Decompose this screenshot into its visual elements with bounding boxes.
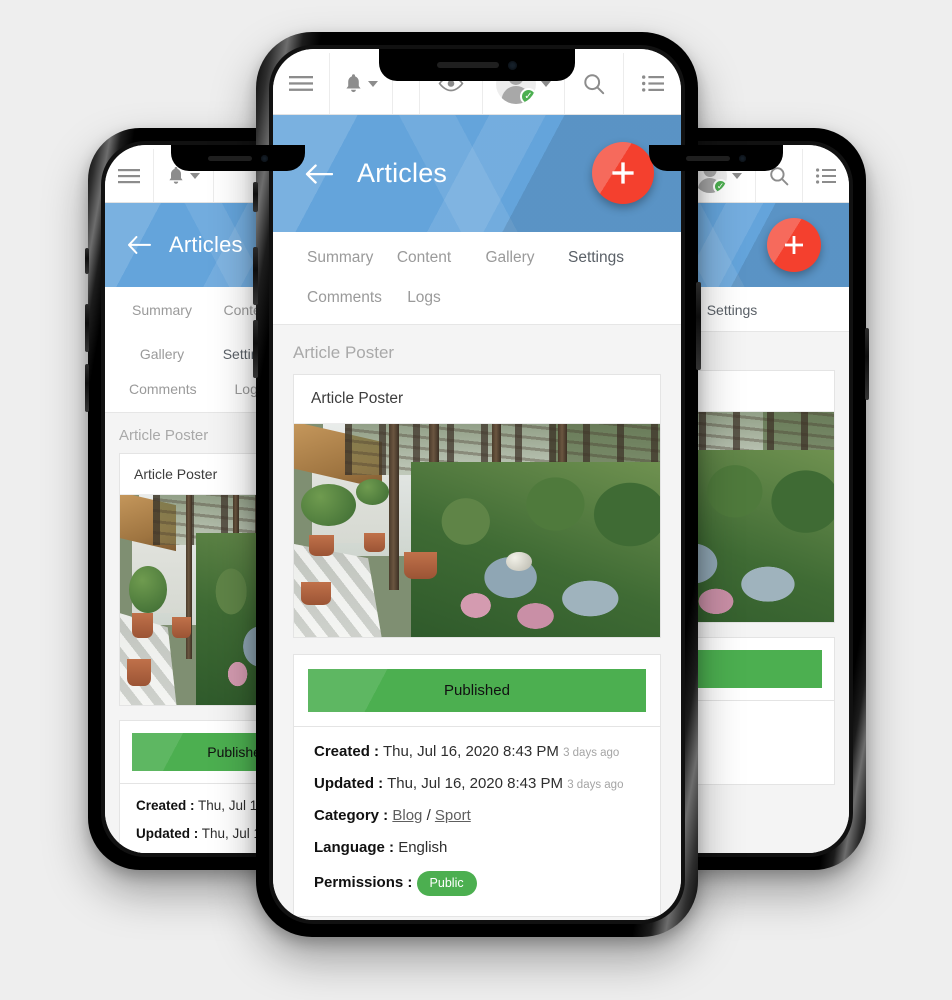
hamburger-menu-icon: [118, 168, 140, 183]
poster-card: Article Poster: [293, 374, 661, 638]
photo-foliage: [411, 462, 660, 637]
tab-comments[interactable]: Comments: [295, 281, 382, 324]
arrow-left-icon[interactable]: [305, 163, 333, 184]
tab-settings[interactable]: Settings: [553, 232, 639, 281]
add-article-fab[interactable]: [767, 218, 821, 272]
hamburger-menu-icon: [289, 76, 313, 91]
phone-center: ✓ Articles Summary Content Gallery Setti…: [253, 32, 701, 937]
tab-summary[interactable]: Summary: [295, 232, 381, 281]
photo-plant-pot: [363, 532, 386, 552]
section-label: Article Poster: [293, 343, 395, 362]
photo-shrub: [301, 483, 357, 527]
meta-row-permissions: Permissions : Public: [314, 871, 640, 896]
phone-center-volume-up-button[interactable]: [253, 247, 258, 305]
photo-pergola-post: [389, 424, 399, 591]
phone-center-notch: [379, 49, 575, 81]
speaker-grille: [208, 155, 252, 161]
phone-left-volume-down-button[interactable]: [85, 364, 89, 412]
permissions-pill: Public: [416, 871, 477, 896]
front-camera: [261, 154, 268, 162]
arrow-left-icon[interactable]: [127, 236, 151, 254]
created-label: Created :: [136, 798, 195, 813]
phone-center-volume-down-button[interactable]: [253, 320, 258, 378]
front-camera: [739, 154, 746, 162]
language-label: Language :: [314, 839, 395, 856]
tab-gallery[interactable]: Gallery: [119, 331, 205, 375]
created-value: Thu, Jul 16, 2020 8:43 PM: [382, 743, 559, 760]
page-title: Articles: [169, 232, 243, 257]
menu-button[interactable]: [105, 149, 154, 202]
list-icon: [816, 167, 836, 184]
tab-comments[interactable]: Comments: [119, 375, 207, 412]
list-view-button[interactable]: [803, 149, 849, 202]
category-link-blog[interactable]: Blog: [392, 807, 422, 824]
updated-label: Updated :: [314, 775, 384, 792]
plus-icon: [612, 162, 634, 184]
hero-banner: Articles: [273, 115, 681, 232]
updated-value: Thu, Jul 16, 2020 8:43 PM: [387, 775, 564, 792]
meta-row-language: Language : English: [314, 839, 640, 856]
tab-settings[interactable]: Settings: [689, 287, 775, 331]
phone-right-notch: [649, 145, 783, 171]
plus-icon: [785, 236, 803, 254]
photo-shrub: [129, 566, 168, 613]
list-view-button[interactable]: [624, 53, 681, 114]
photo-garden-ball: [506, 551, 532, 571]
phone-center-power-button[interactable]: [696, 282, 701, 370]
page-title: Articles: [357, 158, 448, 188]
front-camera: [508, 60, 517, 70]
photo-plant-pot: [127, 658, 151, 687]
photo-plant-pot: [131, 612, 154, 638]
phone-left-mute-button[interactable]: [85, 248, 89, 274]
tab-logs[interactable]: Logs: [381, 281, 467, 324]
add-article-fab[interactable]: [592, 142, 654, 204]
search-icon: [584, 73, 605, 94]
created-ago: 3 days ago: [563, 747, 620, 759]
updated-label: Updated :: [136, 826, 199, 841]
photo-plant-pot: [301, 581, 331, 606]
category-separator: /: [426, 807, 431, 824]
permissions-label: Permissions :: [314, 874, 413, 891]
bell-icon: [346, 73, 361, 92]
photo-shrub: [356, 479, 390, 505]
content-area: Article Poster Article Poster Published …: [273, 325, 681, 920]
verified-badge-icon: ✓: [520, 87, 536, 104]
updated-ago: 3 days ago: [567, 779, 624, 791]
photo-plant-pot: [403, 551, 437, 580]
verified-badge-icon: ✓: [713, 178, 727, 193]
chevron-down-icon: [541, 80, 551, 87]
language-value: English: [398, 839, 448, 856]
poster-card-title: Article Poster: [294, 375, 660, 424]
menu-button[interactable]: [273, 53, 330, 114]
chevron-down-icon: [732, 172, 742, 179]
list-icon: [642, 75, 664, 92]
status-card: Published: [293, 654, 661, 727]
meta-row-created: Created : Thu, Jul 16, 2020 8:43 PM 3 da…: [314, 743, 640, 760]
phone-right-power-button[interactable]: [865, 328, 869, 400]
created-label: Created :: [314, 743, 380, 760]
meta-row-updated: Updated : Thu, Jul 16, 2020 8:43 PM 3 da…: [314, 775, 640, 792]
category-label: Category :: [314, 807, 389, 824]
meta-card: Created : Thu, Jul 16, 2020 8:43 PM 3 da…: [293, 727, 661, 917]
tab-content[interactable]: Content: [381, 232, 467, 281]
speaker-grille: [437, 62, 499, 68]
chevron-down-icon: [190, 172, 200, 179]
photo-plant-pot: [171, 616, 191, 638]
chevron-down-icon: [368, 80, 378, 87]
phone-left-volume-up-button[interactable]: [85, 304, 89, 352]
speaker-grille: [686, 155, 730, 161]
garden-walkway-photo: [294, 424, 660, 637]
meta-row-category: Category : Blog / Sport: [314, 807, 640, 824]
phone-center-mute-button[interactable]: [253, 182, 258, 212]
status-badge: Published: [308, 669, 646, 712]
tab-gallery[interactable]: Gallery: [467, 232, 553, 281]
tab-summary[interactable]: Summary: [119, 287, 205, 331]
photo-plant-pot: [308, 534, 335, 557]
category-link-sport[interactable]: Sport: [435, 807, 471, 824]
phone-left-notch: [171, 145, 305, 171]
tab-bar: Summary Content Gallery Settings Comment…: [273, 232, 681, 325]
screenshot-stage: Articles Summary Content Gallery Setting…: [0, 0, 952, 1000]
